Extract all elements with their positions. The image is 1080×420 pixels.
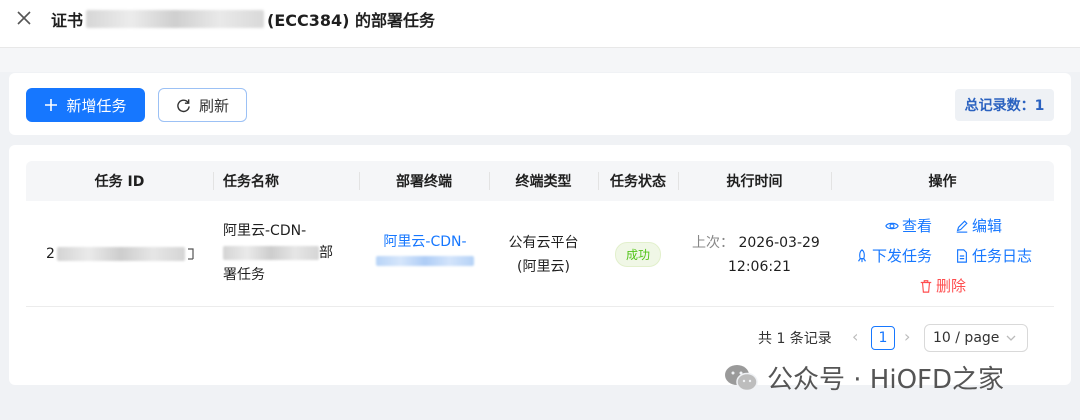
delete-label: 删除 bbox=[936, 277, 967, 295]
add-task-label: 新增任务 bbox=[66, 96, 127, 115]
delete-action[interactable]: 删除 bbox=[919, 275, 966, 296]
add-task-button[interactable]: 新增任务 bbox=[26, 88, 145, 122]
terminal-link[interactable]: 阿里云-CDN- bbox=[375, 232, 475, 252]
title-prefix: 证书 bbox=[51, 11, 84, 30]
close-icon[interactable] bbox=[14, 8, 34, 28]
page-size-value: 10 / page bbox=[933, 330, 1000, 346]
terminal-cell: 阿里云-CDN- bbox=[375, 232, 475, 270]
trash-icon bbox=[920, 279, 932, 293]
terminal-type-cell: 公有云平台 (阿里云) bbox=[489, 231, 598, 279]
file-text-icon bbox=[957, 248, 967, 263]
exec-time-cell: 上次： 2026-03-29 12:06:21 bbox=[692, 231, 820, 279]
eye-icon bbox=[885, 222, 899, 229]
toolbar-card: 新增任务 刷新 总记录数：1 bbox=[9, 73, 1071, 135]
copy-icon[interactable] bbox=[187, 247, 196, 261]
wechat-icon bbox=[725, 364, 758, 391]
column-header-id: 任务 ID bbox=[94, 174, 145, 190]
watermark-text: 公众号 · HiOFD之家 bbox=[767, 365, 1005, 395]
column-header-exec-time: 执行时间 bbox=[678, 161, 831, 201]
redacted-task-id bbox=[56, 247, 185, 261]
task-name-line2: 部 bbox=[223, 242, 363, 264]
redacted-certificate-name bbox=[86, 10, 265, 28]
exec-time-label: 上次： bbox=[692, 235, 734, 251]
terminal-type-line1: 公有云平台 bbox=[508, 235, 579, 251]
refresh-button[interactable]: 刷新 bbox=[158, 88, 247, 122]
task-name-line3: 署任务 bbox=[223, 267, 265, 283]
title-suffix: (ECC384) 的部署任务 bbox=[267, 11, 436, 30]
task-id-cell: 2 bbox=[46, 246, 196, 262]
exec-time-date: 2026-03-29 bbox=[738, 235, 820, 251]
drawer-header: 证书 (ECC384) 的部署任务 bbox=[0, 0, 1080, 48]
column-header-name: 任务名称 bbox=[213, 161, 359, 201]
page-title: 证书 (ECC384) 的部署任务 bbox=[51, 7, 435, 31]
dispatch-task-label: 下发任务 bbox=[872, 247, 933, 265]
column-header-status: 任务状态 bbox=[598, 161, 678, 201]
prev-page-icon[interactable]: ‹ bbox=[852, 327, 858, 346]
task-name-line1: 阿里云-CDN- bbox=[223, 223, 307, 239]
view-label: 查看 bbox=[902, 217, 933, 235]
rocket-icon bbox=[858, 248, 866, 262]
table-card: 任务 ID 任务名称 部署终端 终端类型 任务状态 执行时间 操作 2 阿里云-… bbox=[9, 145, 1071, 385]
task-log-action[interactable]: 任务日志 bbox=[955, 245, 1032, 266]
redacted-task-name bbox=[223, 246, 319, 260]
refresh-label: 刷新 bbox=[198, 96, 229, 115]
task-log-label: 任务日志 bbox=[972, 247, 1033, 265]
refresh-icon bbox=[177, 98, 190, 112]
redacted-terminal-name bbox=[376, 256, 474, 266]
exec-time-clock: 12:06:21 bbox=[728, 259, 791, 275]
task-id-prefix: 2 bbox=[46, 246, 55, 262]
task-name-line2-suffix: 部 bbox=[319, 245, 333, 261]
column-header-terminal-type: 终端类型 bbox=[489, 161, 598, 201]
view-action[interactable]: 查看 bbox=[885, 215, 932, 236]
chevron-down-icon bbox=[1006, 335, 1016, 341]
plus-icon bbox=[45, 99, 58, 111]
gap bbox=[0, 48, 1080, 72]
edit-label: 编辑 bbox=[972, 217, 1003, 235]
table-header: 任务 ID 任务名称 部署终端 终端类型 任务状态 执行时间 操作 bbox=[26, 161, 1054, 201]
watermark: 公众号 · HiOFD之家 bbox=[723, 359, 1004, 396]
table-row: 2 阿里云-CDN- 部 署任务 阿里云-CDN- 公有云平台 (阿里云) 成功 bbox=[26, 201, 1054, 307]
page-item-current[interactable]: 1 bbox=[871, 326, 895, 350]
edit-action[interactable]: 编辑 bbox=[955, 215, 1002, 236]
task-name-cell: 阿里云-CDN- 部 署任务 bbox=[223, 220, 363, 286]
page-size-select[interactable]: 10 / page bbox=[924, 324, 1028, 352]
next-page-icon[interactable]: › bbox=[904, 327, 910, 346]
total-records-badge: 总记录数：1 bbox=[955, 89, 1054, 121]
column-header-terminal: 部署终端 bbox=[359, 161, 489, 201]
status-cell: 成功 bbox=[598, 242, 678, 267]
status-badge: 成功 bbox=[614, 242, 661, 267]
pagination-summary: 共 1 条记录 bbox=[758, 331, 832, 347]
terminal-type-line2: (阿里云) bbox=[517, 259, 570, 275]
dispatch-task-action[interactable]: 下发任务 bbox=[855, 245, 932, 266]
column-header-actions: 操作 bbox=[831, 161, 1054, 201]
edit-icon bbox=[956, 219, 968, 233]
